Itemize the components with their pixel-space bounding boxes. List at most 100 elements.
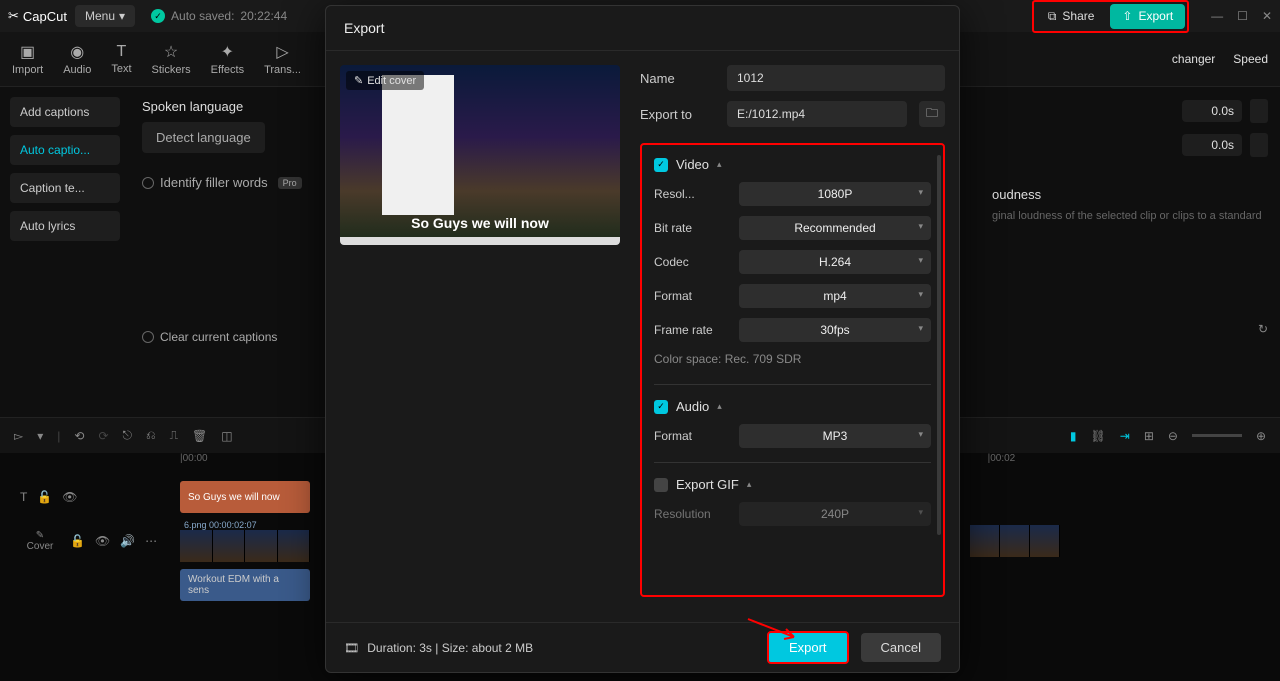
delete-icon[interactable]: 🗑: [192, 429, 207, 443]
mute-icon[interactable]: 🔊: [120, 534, 135, 548]
marker-icon[interactable]: ▮: [1070, 429, 1077, 443]
text-icon: T: [117, 43, 127, 61]
undo-icon[interactable]: ⟲: [74, 429, 84, 443]
lock-icon[interactable]: 🔓: [70, 534, 85, 548]
tool-text[interactable]: TText: [111, 43, 131, 75]
audio-section-header[interactable]: ✓ Audio ▴: [654, 399, 931, 414]
preview-icon[interactable]: ⊞: [1144, 429, 1154, 443]
split-right-icon[interactable]: ⎍: [170, 428, 178, 443]
gif-checkbox[interactable]: [654, 478, 668, 492]
close-icon[interactable]: ✕: [1262, 9, 1272, 23]
chevron-down-icon[interactable]: ▾: [37, 429, 43, 443]
audio-format-select[interactable]: MP3: [739, 424, 931, 448]
duration-info: 🎞 Duration: 3s | Size: about 2 MB: [344, 641, 533, 655]
eye-icon[interactable]: 👁: [62, 490, 77, 504]
more-icon[interactable]: ⋯: [145, 534, 157, 548]
radio-icon[interactable]: [142, 331, 154, 343]
tab-changer[interactable]: changer: [1172, 52, 1215, 66]
video-checkbox[interactable]: ✓: [654, 158, 668, 172]
duration-text: Duration: 3s | Size: about 2 MB: [367, 641, 533, 655]
collapse-icon[interactable]: ▴: [717, 401, 722, 412]
browse-folder-button[interactable]: 🗀: [919, 101, 945, 127]
radio-icon[interactable]: [142, 177, 154, 189]
tool-label: Audio: [63, 64, 91, 76]
caption-clip[interactable]: So Guys we will now: [180, 481, 310, 513]
select-tool-icon[interactable]: ▻: [14, 429, 23, 443]
text-track-icon: T: [20, 490, 27, 504]
export-button-top[interactable]: ⇧ Export: [1110, 4, 1185, 29]
redo-icon[interactable]: ⟳: [98, 429, 108, 443]
effects-icon: ✦: [221, 42, 234, 62]
loudness-title: oudness: [992, 187, 1268, 202]
exportto-input[interactable]: [727, 101, 907, 127]
resolution-select[interactable]: 1080P: [739, 182, 931, 206]
cover-button[interactable]: ✎Cover: [20, 530, 60, 552]
clip-duration: 00:00:02:07: [209, 520, 257, 530]
scrollbar[interactable]: [937, 155, 941, 535]
share-label: Share: [1062, 9, 1094, 23]
resolution-label: Resol...: [654, 187, 739, 201]
folder-icon: 🗀: [926, 104, 938, 125]
name-input[interactable]: [727, 65, 945, 91]
codec-select[interactable]: H.264: [739, 250, 931, 274]
maximize-icon[interactable]: ☐: [1237, 9, 1248, 23]
prop-value-2[interactable]: 0.0s: [1182, 134, 1242, 156]
gif-section-label: Export GIF: [676, 477, 739, 492]
audio-checkbox[interactable]: ✓: [654, 400, 668, 414]
share-button[interactable]: ⧉ Share: [1036, 4, 1107, 29]
detect-language-button[interactable]: Detect language: [142, 122, 265, 153]
tool-import[interactable]: ▣Import: [12, 42, 43, 76]
snap-icon[interactable]: ⇥: [1120, 429, 1130, 443]
collapse-icon[interactable]: ▴: [717, 159, 722, 170]
sidebar-auto-captions[interactable]: Auto captio...: [10, 135, 120, 165]
reset-icon[interactable]: ↻: [1258, 322, 1268, 336]
minimize-icon[interactable]: —: [1211, 9, 1223, 23]
app-logo: ✂ CapCut: [8, 8, 67, 24]
format-label: Format: [654, 289, 739, 303]
prop-value-1[interactable]: 0.0s: [1182, 100, 1242, 122]
gif-section-header[interactable]: Export GIF ▴: [654, 477, 931, 492]
video-clip-2[interactable]: [970, 525, 1060, 557]
stepper-2[interactable]: [1250, 133, 1268, 157]
sidebar-add-captions[interactable]: Add captions: [10, 97, 120, 127]
stickers-icon: ☆: [164, 42, 178, 62]
codec-label: Codec: [654, 255, 739, 269]
gif-resolution-select: 240P: [739, 502, 931, 526]
sidebar-caption-templates[interactable]: Caption te...: [10, 173, 120, 203]
framerate-select[interactable]: 30fps: [739, 318, 931, 342]
video-clip[interactable]: [180, 530, 310, 562]
check-icon: ✓: [151, 9, 165, 23]
tool-audio[interactable]: ◉Audio: [63, 42, 91, 76]
link-icon[interactable]: ⛓: [1091, 429, 1106, 443]
audio-clip[interactable]: Workout EDM with a sens: [180, 569, 310, 601]
clip-name: 6.png: [184, 520, 207, 530]
tool-stickers[interactable]: ☆Stickers: [152, 42, 191, 76]
tool-label: Effects: [211, 64, 244, 76]
sidebar-auto-lyrics[interactable]: Auto lyrics: [10, 211, 120, 241]
autosave-indicator: ✓ Auto saved: 20:22:44: [151, 9, 287, 23]
split-icon[interactable]: ⎋: [123, 428, 133, 443]
tab-speed[interactable]: Speed: [1233, 52, 1268, 66]
crop-icon[interactable]: ◫: [221, 429, 232, 443]
lock-icon[interactable]: 🔓: [37, 490, 52, 504]
zoom-in-icon[interactable]: ⊕: [1256, 429, 1266, 443]
tool-transitions[interactable]: ▷Trans...: [264, 42, 301, 76]
zoom-slider[interactable]: [1192, 434, 1242, 437]
export-settings-highlight: ✓ Video ▴ Resol...1080P Bit rateRecommen…: [640, 143, 945, 597]
eye-icon[interactable]: 👁: [95, 534, 110, 548]
zoom-out-icon[interactable]: ⊖: [1168, 429, 1178, 443]
video-section-header[interactable]: ✓ Video ▴: [654, 157, 931, 172]
trans-icon: ▷: [276, 42, 288, 62]
format-select[interactable]: mp4: [739, 284, 931, 308]
collapse-icon[interactable]: ▴: [747, 479, 752, 490]
audio-format-label: Format: [654, 429, 739, 443]
cancel-button[interactable]: Cancel: [861, 633, 941, 662]
edit-icon: ✎: [36, 530, 44, 541]
bitrate-select[interactable]: Recommended: [739, 216, 931, 240]
stepper-1[interactable]: [1250, 99, 1268, 123]
split-left-icon[interactable]: ⎌: [146, 428, 156, 443]
tool-effects[interactable]: ✦ Effects: [211, 42, 244, 76]
edit-cover-button[interactable]: ✎ Edit cover: [346, 71, 424, 90]
menu-button[interactable]: Menu ▾: [75, 5, 135, 27]
autosave-time: 20:22:44: [240, 9, 287, 23]
